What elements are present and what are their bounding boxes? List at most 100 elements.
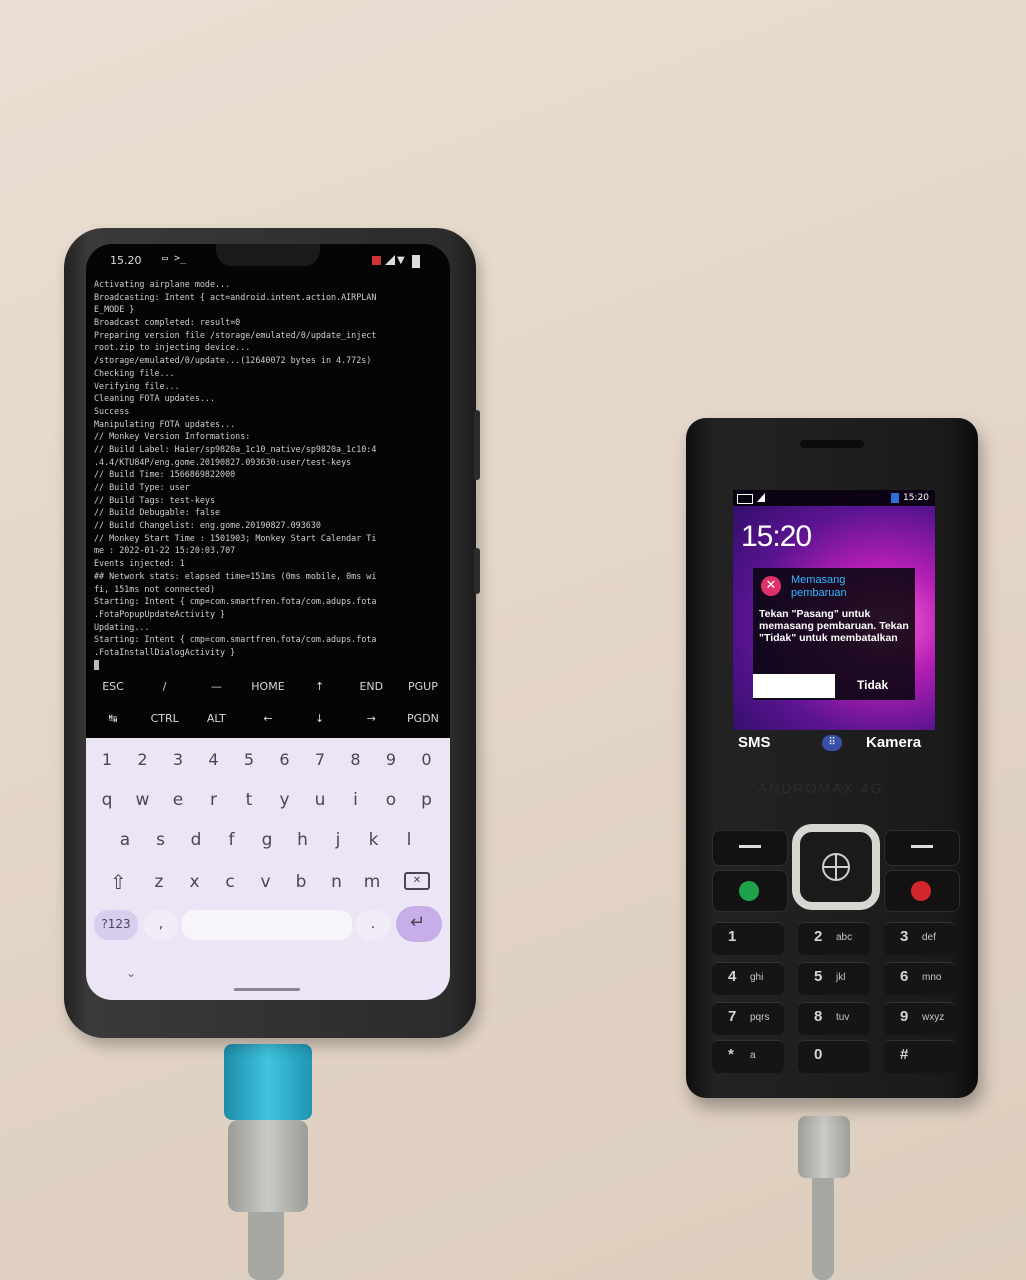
keypad-key-6[interactable]: 6 mno [884, 962, 956, 995]
key-f[interactable]: f [217, 830, 247, 850]
key-n[interactable]: n [322, 872, 352, 892]
key-h[interactable]: h [288, 830, 318, 850]
key-v[interactable]: v [251, 872, 281, 892]
update-dialog: ✕ Memasang pembaruan Tekan "Pasang" untu… [753, 568, 915, 700]
key-s[interactable]: s [146, 830, 176, 850]
key-l[interactable]: l [394, 830, 424, 850]
comma-key[interactable]: , [144, 910, 178, 940]
key-d[interactable]: d [181, 830, 211, 850]
key-t[interactable]: t [234, 790, 264, 810]
keyboard-collapse-icon[interactable]: ⌄ [126, 966, 136, 980]
extra-key[interactable]: END [348, 680, 394, 698]
terminal-cursor [94, 660, 99, 671]
key-z[interactable]: z [144, 872, 174, 892]
key-q[interactable]: q [92, 790, 122, 810]
extra-key[interactable]: PGDN [400, 712, 446, 730]
dpad[interactable] [792, 824, 880, 910]
key-k[interactable]: k [359, 830, 389, 850]
extra-key[interactable]: PGUP [400, 680, 446, 698]
key-m[interactable]: m [357, 872, 387, 892]
key-2[interactable]: 2 [128, 750, 158, 769]
key-j[interactable]: j [323, 830, 353, 850]
extra-key[interactable]: → [348, 712, 394, 730]
key-o[interactable]: o [376, 790, 406, 810]
key-0[interactable]: 0 [412, 750, 442, 769]
key-7[interactable]: 7 [305, 750, 335, 769]
keypad-key-9[interactable]: 9 wxyz [884, 1002, 956, 1035]
key-r[interactable]: r [199, 790, 229, 810]
extra-key[interactable]: HOME [245, 680, 291, 698]
terminal-line: Starting: Intent { cmp=com.smartfren.fot… [94, 634, 377, 645]
key-5[interactable]: 5 [234, 750, 264, 769]
smartphone-screen: 15.20 ▭ >_ ▼ Activating airplane mode...… [86, 244, 450, 1000]
wifi-icon: ▼ [397, 255, 405, 266]
extra-keys-row-2: ↹ CTRL ALT ← ↓ → PGDN [90, 712, 446, 730]
keypad-digit: 3 [900, 928, 909, 945]
end-call-key[interactable] [884, 870, 960, 912]
key-i[interactable]: i [341, 790, 371, 810]
key-c[interactable]: c [215, 872, 245, 892]
usb-plug-right [798, 1116, 850, 1178]
extra-keys-row-1: ESC / — HOME ↑ END PGUP [90, 680, 446, 698]
terminal-line: root.zip to injecting device... [94, 342, 251, 353]
key-e[interactable]: e [163, 790, 193, 810]
battery-icon [737, 494, 753, 504]
terminal-output: Activating airplane mode... Broadcasting:… [94, 278, 446, 671]
keypad-key-7[interactable]: 7 pqrs [712, 1002, 784, 1035]
enter-key[interactable]: ↵ [396, 906, 442, 942]
terminal-line: // Build Debugable: false [94, 507, 221, 518]
keypad-key-1[interactable]: 1 [712, 922, 784, 955]
keypad-letters: pqrs [750, 1012, 770, 1023]
shift-icon: ⇧ [110, 870, 127, 894]
keypad-key-2[interactable]: 2 abc [798, 922, 870, 955]
key-8[interactable]: 8 [341, 750, 371, 769]
key-w[interactable]: w [128, 790, 158, 810]
key-g[interactable]: g [252, 830, 282, 850]
terminal-line: Verifying file... [94, 380, 180, 391]
cancel-button[interactable]: Tidak [857, 678, 888, 692]
keypad-key-0[interactable]: 0 [798, 1040, 870, 1073]
extra-key[interactable]: CTRL [142, 712, 188, 730]
extra-key[interactable]: ESC [90, 680, 136, 698]
space-bar[interactable] [182, 910, 352, 940]
key-4[interactable]: 4 [199, 750, 229, 769]
key-3[interactable]: 3 [163, 750, 193, 769]
keypad-key-5[interactable]: 5 jkl [798, 962, 870, 995]
terminal-line: E_MODE } [94, 304, 135, 315]
key-b[interactable]: b [286, 872, 316, 892]
key-y[interactable]: y [270, 790, 300, 810]
shift-key[interactable]: ⇧ [100, 868, 140, 898]
keypad-key-*[interactable]: * a [712, 1040, 784, 1073]
symbols-key[interactable]: ?123 [94, 910, 138, 940]
keypad-key-3[interactable]: 3 def [884, 922, 956, 955]
keypad-key-#[interactable]: # [884, 1040, 956, 1073]
extra-key[interactable]: ALT [193, 712, 239, 730]
keypad-key-4[interactable]: 4 ghi [712, 962, 784, 995]
right-softkey[interactable] [884, 830, 960, 866]
key-a[interactable]: a [110, 830, 140, 850]
feature-phone-screen: 15:20 15:20 ✕ Memasang pembaruan Tekan "… [733, 490, 935, 730]
period-key[interactable]: . [356, 910, 390, 940]
extra-key[interactable]: / [142, 680, 188, 698]
left-softkey[interactable] [712, 830, 788, 866]
dash-icon [911, 845, 933, 848]
key-1[interactable]: 1 [92, 750, 122, 769]
extra-key[interactable]: ↹ [90, 712, 136, 730]
call-key[interactable] [712, 870, 788, 912]
extra-key[interactable]: ← [245, 712, 291, 730]
extra-key[interactable]: ↑ [297, 680, 343, 698]
backspace-key[interactable]: ✕ [396, 868, 436, 898]
key-p[interactable]: p [412, 790, 442, 810]
install-button[interactable] [753, 674, 835, 698]
internet-globe-icon[interactable] [822, 853, 850, 881]
call-icon [739, 881, 759, 901]
extra-key[interactable]: — [193, 680, 239, 698]
key-9[interactable]: 9 [376, 750, 406, 769]
keypad-key-8[interactable]: 8 tuv [798, 1002, 870, 1035]
extra-key[interactable]: ↓ [297, 712, 343, 730]
key-6[interactable]: 6 [270, 750, 300, 769]
soft-keyboard: ⇧ ✕ ?123 , . ↵ ⌄ 1234567890 qwertyuiop asd… [86, 738, 450, 1000]
key-x[interactable]: x [180, 872, 210, 892]
bluetooth-icon [891, 493, 899, 503]
key-u[interactable]: u [305, 790, 335, 810]
